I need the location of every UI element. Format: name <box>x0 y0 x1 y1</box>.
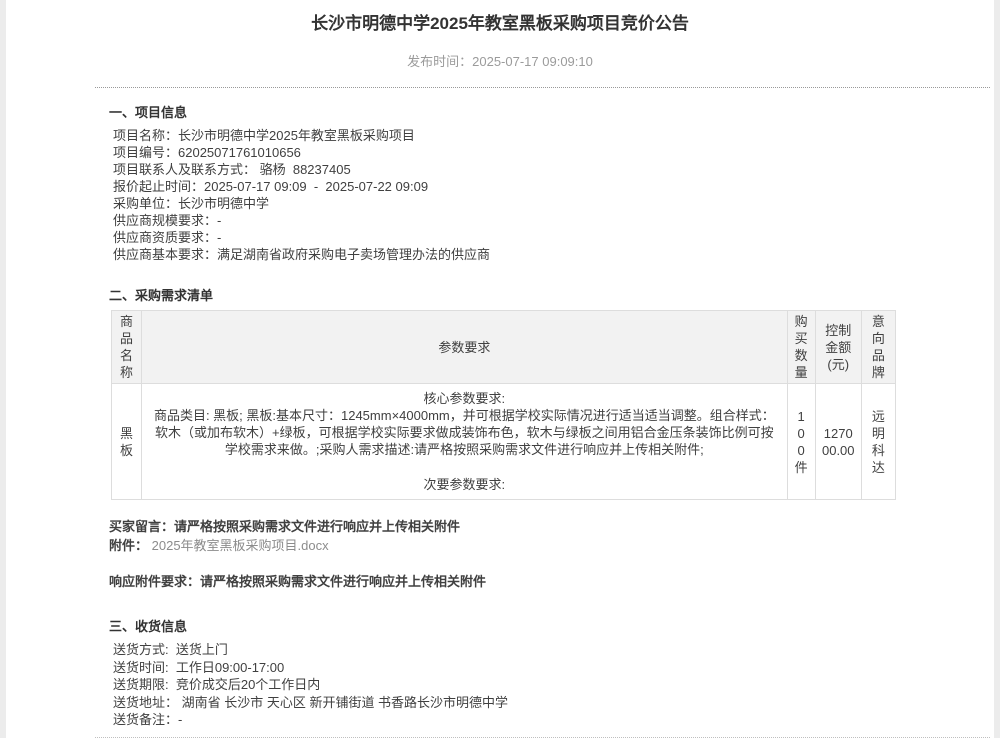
core-params-text: 商品类目: 黑板; 黑板:基本尺寸：1245mm×4000mm，并可根据学校实际… <box>152 407 776 458</box>
product-name-cell: 黑板 <box>112 384 142 500</box>
parameters-cell: 核心参数要求: 商品类目: 黑板; 黑板:基本尺寸：1245mm×4000mm，… <box>142 384 787 500</box>
attachment-line: 附件： 2025年教室黑板采购项目.docx <box>109 537 974 554</box>
project-number-line: 项目编号：62025071761010656 <box>113 144 974 161</box>
column-header-parameters: 参数要求 <box>142 311 787 384</box>
supplier-qualification-line: 供应商资质要求：- <box>113 229 974 246</box>
delivery-address-line: 送货地址： 湖南省 长沙市 天心区 新开铺街道 书香路长沙市明德中学 <box>113 694 974 712</box>
core-params-label: 核心参数要求: <box>152 390 776 407</box>
delivery-time-line: 送货时间: 工作日09:00-17:00 <box>113 659 974 677</box>
quantity-cell: 100件 <box>787 384 815 500</box>
page-title: 长沙市明德中学2025年教室黑板采购项目竞价公告 <box>6 13 994 35</box>
supplier-scale-line: 供应商规模要求：- <box>113 212 974 229</box>
delivery-info-heading: 三、收货信息 <box>109 616 974 635</box>
buyer-message: 买家留言：请严格按照采购需求文件进行响应并上传相关附件 <box>109 518 974 535</box>
secondary-params-label: 次要参数要求: <box>152 476 776 493</box>
project-info-heading: 一、项目信息 <box>109 102 974 121</box>
announcement-page: 长沙市明德中学2025年教室黑板采购项目竞价公告 发布时间：2025-07-17… <box>6 0 994 738</box>
bottom-dotted-divider <box>95 737 990 738</box>
delivery-deadline-line: 送货期限: 竞价成交后20个工作日内 <box>113 676 974 694</box>
delivery-method-line: 送货方式: 送货上门 <box>113 641 974 659</box>
supplier-basic-line: 供应商基本要求：满足湖南省政府采购电子卖场管理办法的供应商 <box>113 246 974 263</box>
column-header-control-amount: 控制金额(元) <box>815 311 861 384</box>
delivery-remark-line: 送货备注：- <box>113 711 974 729</box>
column-header-quantity: 购买数量 <box>787 311 815 384</box>
attachment-link[interactable]: 2025年教室黑板采购项目.docx <box>152 538 329 553</box>
demand-list-heading: 二、采购需求清单 <box>109 285 974 304</box>
demand-table-header-row: 商品名称 参数要求 购买数量 控制金额(元) 意向品牌 <box>112 311 896 384</box>
demand-table-row: 黑板 核心参数要求: 商品类目: 黑板; 黑板:基本尺寸：1245mm×4000… <box>112 384 896 500</box>
main-content: 一、项目信息 项目名称：长沙市明德中学2025年教室黑板采购项目 项目编号：62… <box>6 88 994 729</box>
response-attachment-requirement: 响应附件要求：请严格按照采购需求文件进行响应并上传相关附件 <box>109 573 974 590</box>
project-name-line: 项目名称：长沙市明德中学2025年教室黑板采购项目 <box>113 127 974 144</box>
brand-cell: 远明科达 <box>861 384 895 500</box>
purchaser-line: 采购单位：长沙市明德中学 <box>113 195 974 212</box>
control-amount-cell: 127000.00 <box>815 384 861 500</box>
publish-time: 发布时间：2025-07-17 09:09:10 <box>6 51 994 70</box>
attachment-label: 附件： <box>109 538 148 553</box>
demand-table: 商品名称 参数要求 购买数量 控制金额(元) 意向品牌 黑板 核心参数要求: 商… <box>111 310 896 500</box>
column-header-product-name: 商品名称 <box>112 311 142 384</box>
column-header-brand: 意向品牌 <box>861 311 895 384</box>
quote-period-line: 报价起止时间：2025-07-17 09:09 - 2025-07-22 09:… <box>113 178 974 195</box>
project-contact-line: 项目联系人及联系方式： 骆杨 88237405 <box>113 161 974 178</box>
